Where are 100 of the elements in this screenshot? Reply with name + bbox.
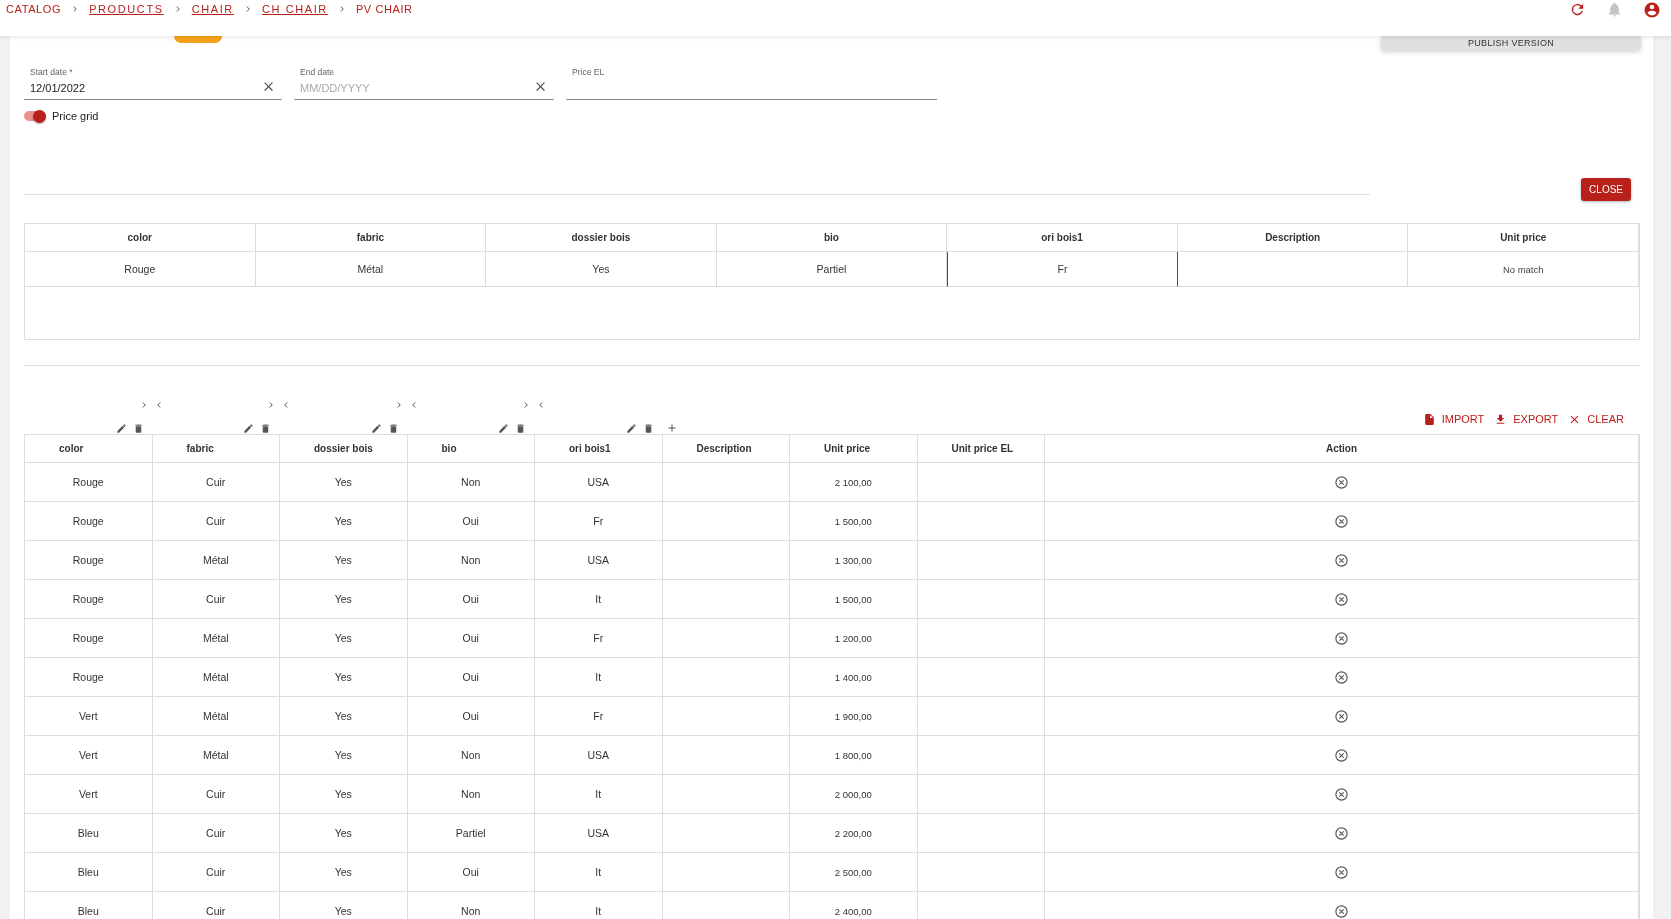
table-cell: Yes — [280, 892, 408, 919]
column-header: Unit price — [1408, 224, 1639, 252]
refresh-icon[interactable] — [1569, 1, 1586, 18]
table-cell: Vert — [25, 775, 153, 814]
table-cell: It — [535, 580, 663, 619]
table-cell: Oui — [407, 697, 535, 736]
table-cell: Cuir — [152, 892, 280, 919]
toggle-switch[interactable] — [24, 111, 46, 121]
table-cell: Cuir — [152, 580, 280, 619]
table-cell: It — [535, 775, 663, 814]
table-cell: Rouge — [25, 658, 153, 697]
column-header: Description — [1177, 224, 1409, 252]
table-cell: Yes — [280, 775, 408, 814]
table-cell: Rouge — [25, 252, 256, 287]
remove-icon[interactable] — [1334, 864, 1349, 880]
remove-icon[interactable] — [1334, 786, 1349, 802]
remove-icon[interactable] — [1334, 825, 1349, 841]
clear-button[interactable]: CLEAR — [1566, 412, 1626, 426]
edit-icon[interactable] — [498, 423, 509, 434]
edit-icon[interactable] — [625, 423, 637, 434]
table-cell: Métal — [152, 658, 280, 697]
column-header: fabric — [152, 435, 280, 463]
table-cell: Yes — [280, 580, 408, 619]
table-cell: Yes — [280, 736, 408, 775]
breadcrumb-link[interactable]: CH CHAIR — [261, 3, 328, 15]
table-cell: Bleu — [25, 892, 153, 919]
table-cell: Yes — [280, 502, 408, 541]
field-label: End date — [300, 67, 335, 77]
table-cell: USA — [535, 541, 663, 580]
table-cell: Fr — [535, 619, 663, 658]
import-button[interactable]: IMPORT — [1420, 412, 1487, 426]
remove-icon[interactable] — [1334, 474, 1349, 490]
close-button[interactable]: CLOSE — [1581, 178, 1631, 201]
table-cell: Non — [407, 463, 535, 502]
table-cell: Rouge — [25, 541, 153, 580]
input-field[interactable]: MM/DD/YYYY — [294, 80, 554, 100]
column-header: color — [25, 435, 153, 463]
remove-icon[interactable] — [1334, 513, 1349, 529]
table-cell: Cuir — [152, 853, 280, 892]
publish-version-button[interactable]: PUBLISH VERSION — [1381, 36, 1641, 50]
table-cell: Yes — [280, 697, 408, 736]
table-cell: 1 200,00 — [790, 619, 918, 658]
field-label: Start date * — [30, 67, 73, 77]
table-cell: Fr — [535, 502, 663, 541]
table-cell: Non — [407, 775, 535, 814]
column-header: dossier bois — [280, 435, 408, 463]
delete-icon[interactable] — [642, 423, 654, 434]
status-badge — [174, 36, 222, 43]
remove-icon[interactable] — [1334, 747, 1349, 763]
table-cell: It — [535, 853, 663, 892]
account-icon[interactable] — [1643, 1, 1661, 19]
table-cell: Oui — [407, 580, 535, 619]
table-cell: 1 400,00 — [790, 658, 918, 697]
table-cell: Cuir — [152, 814, 280, 853]
edit-icon[interactable] — [115, 423, 127, 434]
table-cell: Bleu — [25, 853, 153, 892]
table-cell: Partiel — [407, 814, 535, 853]
column-header: Unit price — [790, 435, 918, 463]
table-cell: It — [535, 892, 663, 919]
table-cell: Non — [407, 736, 535, 775]
column-header: dossier bois — [486, 224, 717, 252]
table-cell: Oui — [407, 658, 535, 697]
column-header: ori bois1 — [947, 224, 1178, 252]
table-cell: 1 800,00 — [790, 736, 918, 775]
breadcrumb-link[interactable]: PRODUCTS — [89, 3, 164, 15]
table-cell: USA — [535, 814, 663, 853]
toggle-label: Price grid — [52, 110, 99, 122]
remove-icon[interactable] — [1334, 708, 1349, 724]
delete-icon[interactable] — [132, 423, 144, 434]
remove-icon[interactable] — [1334, 903, 1349, 919]
table-cell: Partiel — [716, 252, 948, 287]
table-cell: Non — [407, 541, 535, 580]
table-cell: 2 200,00 — [790, 814, 918, 853]
input-field[interactable]: 12/01/2022 — [24, 80, 282, 100]
breadcrumb-link[interactable]: CHAIR — [191, 3, 234, 15]
remove-icon[interactable] — [1334, 591, 1349, 607]
table-cell: 2 100,00 — [790, 463, 918, 502]
field-label: Price EL — [572, 67, 605, 77]
table-cell: Yes — [486, 252, 717, 287]
breadcrumb-item: CATALOG — [6, 3, 62, 15]
table-cell: Métal — [255, 252, 487, 287]
column-header: bio — [716, 224, 948, 252]
table-cell: Métal — [152, 541, 280, 580]
remove-icon[interactable] — [1334, 669, 1349, 685]
file-icon — [1422, 412, 1436, 426]
edit-icon[interactable] — [370, 423, 382, 434]
column-header: color — [25, 224, 256, 252]
delete-icon[interactable] — [260, 423, 271, 434]
delete-icon[interactable] — [387, 423, 399, 434]
breadcrumb-item: PV CHAIR — [355, 3, 413, 15]
table-cell: Rouge — [25, 619, 153, 658]
remove-icon[interactable] — [1334, 552, 1349, 568]
table-cell: 1 500,00 — [790, 502, 918, 541]
edit-icon[interactable] — [243, 423, 254, 434]
table-cell: Oui — [407, 502, 535, 541]
table-cell: Yes — [280, 658, 408, 697]
delete-icon[interactable] — [515, 423, 526, 434]
remove-icon[interactable] — [1334, 630, 1349, 646]
export-button[interactable]: EXPORT — [1492, 412, 1561, 426]
table-cell: Vert — [25, 697, 153, 736]
